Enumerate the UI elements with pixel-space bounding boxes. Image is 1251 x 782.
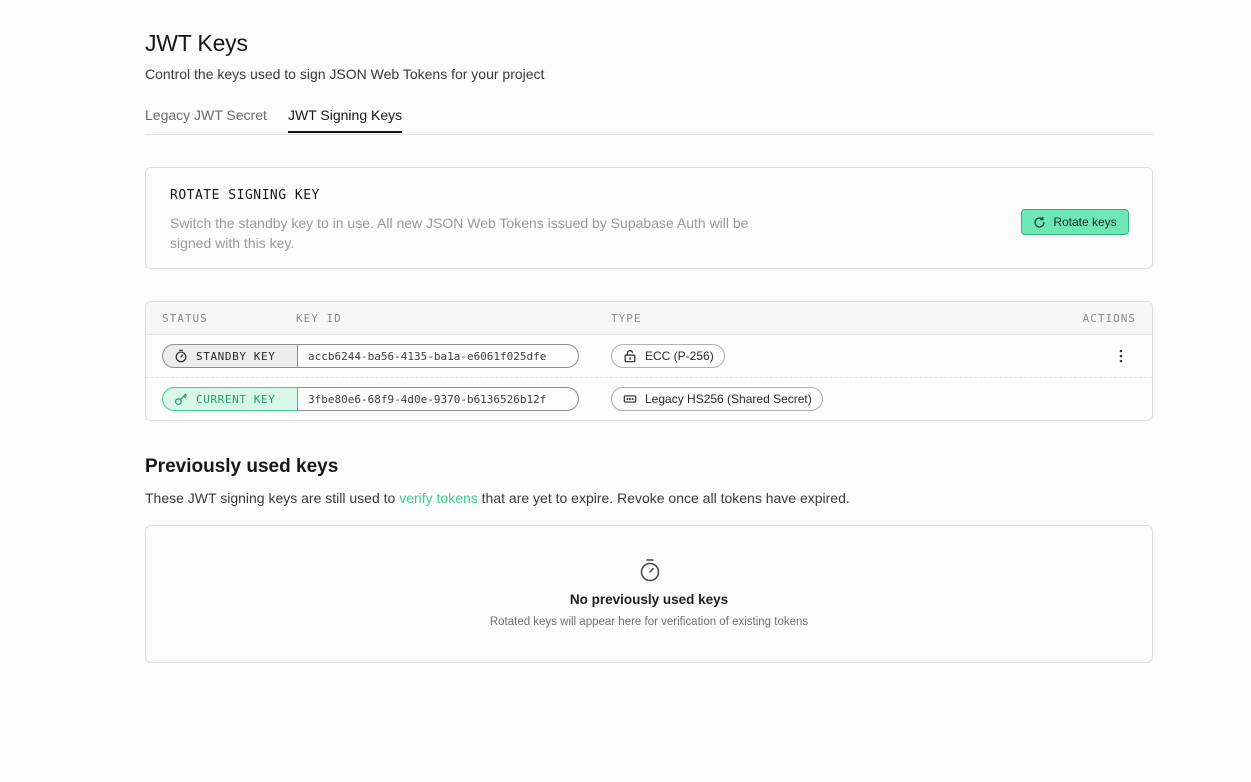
key-type-badge: ECC (P-256) [611,344,725,368]
key-type-badge: Legacy HS256 (Shared Secret) [611,387,823,411]
status-label: STANDBY KEY [196,349,276,363]
status-label: CURRENT KEY [196,392,276,406]
timer-icon [175,349,187,363]
refresh-icon [1034,216,1045,228]
verify-tokens-link[interactable]: verify tokens [399,490,478,506]
lock-icon [624,350,636,363]
tab-legacy-jwt-secret[interactable]: Legacy JWT Secret [145,107,267,131]
current-key-pill: CURRENT KEY 3fbe80e6-68f9-4d0e-9370-b613… [162,387,579,411]
previous-keys-description-text: These JWT signing keys are still used to [145,490,400,506]
table-row: CURRENT KEY 3fbe80e6-68f9-4d0e-9370-b613… [146,378,1152,420]
column-header-actions: ACTIONS [1082,312,1136,325]
previous-keys-empty-state: No previously used keys Rotated keys wil… [145,525,1153,663]
column-header-status: STATUS [162,312,208,325]
rotate-keys-label: Rotate keys [1053,215,1117,229]
tab-jwt-signing-keys[interactable]: JWT Signing Keys [288,107,403,133]
key-id-value[interactable]: 3fbe80e6-68f9-4d0e-9370-b6136526b12f [297,387,579,411]
password-icon [623,395,637,403]
key-type-label: Legacy HS256 (Shared Secret) [645,392,812,406]
row-actions-button[interactable] [1112,346,1130,366]
status-badge: CURRENT KEY [162,387,297,411]
table-header: STATUS KEY ID TYPE ACTIONS [146,302,1152,335]
page-subtitle: Control the keys used to sign JSON Web T… [145,66,545,82]
key-type-label: ECC (P-256) [645,349,714,363]
previous-keys-description: These JWT signing keys are still used to… [145,490,850,506]
page-title: JWT Keys [145,30,248,56]
table-row: STANDBY KEY accb6244-ba56-4135-ba1a-e606… [146,335,1152,378]
signing-keys-table: STATUS KEY ID TYPE ACTIONS STANDBY KEY a… [145,301,1153,421]
status-badge: STANDBY KEY [162,344,297,368]
key-icon [174,393,187,406]
rotate-card-description: Switch the standby key to in use. All ne… [170,215,749,251]
rotate-card-title: ROTATE SIGNING KEY [170,188,320,203]
column-header-type: TYPE [611,312,642,325]
empty-state-title: No previously used keys [569,592,729,607]
empty-state-subtitle: Rotated keys will appear here for verifi… [489,616,809,628]
column-header-key-id: KEY ID [296,312,342,325]
rotate-keys-button[interactable]: Rotate keys [1021,209,1129,235]
standby-key-pill: STANDBY KEY accb6244-ba56-4135-ba1a-e606… [162,344,579,368]
more-vertical-icon [1119,349,1123,363]
previous-keys-description-text-end: that are yet to expire. Revoke once all … [477,490,850,506]
key-id-value[interactable]: accb6244-ba56-4135-ba1a-e6061f025dfe [297,344,579,368]
timer-icon [640,559,660,582]
tabs: Legacy JWT Secret JWT Signing Keys [145,105,1153,135]
rotate-signing-key-card: ROTATE SIGNING KEY Switch the standby ke… [145,167,1153,269]
previous-keys-title: Previously used keys [145,456,339,477]
